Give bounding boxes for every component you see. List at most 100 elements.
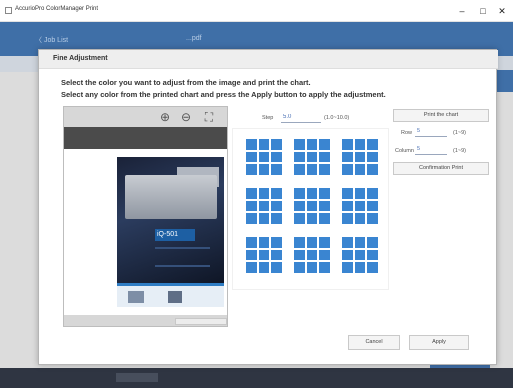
color-swatch[interactable] xyxy=(294,249,305,261)
color-swatch[interactable] xyxy=(294,188,305,199)
color-swatch[interactable] xyxy=(294,237,305,248)
maximize-button[interactable]: □ xyxy=(475,3,491,19)
color-swatch[interactable] xyxy=(354,164,366,175)
color-swatch[interactable] xyxy=(342,237,353,248)
color-patch[interactable] xyxy=(246,237,282,273)
color-swatch[interactable] xyxy=(342,200,353,212)
color-swatch[interactable] xyxy=(319,262,330,273)
color-swatch[interactable] xyxy=(319,139,330,150)
color-swatch[interactable] xyxy=(294,262,305,273)
row-input[interactable] xyxy=(415,126,447,137)
color-swatch[interactable] xyxy=(354,151,366,163)
fit-to-window-icon[interactable]: ⛶ xyxy=(202,110,216,124)
color-swatch[interactable] xyxy=(246,262,257,273)
color-swatch[interactable] xyxy=(258,188,270,199)
color-swatch[interactable] xyxy=(294,164,305,175)
step-input[interactable] xyxy=(281,111,321,123)
color-patch[interactable] xyxy=(294,237,330,273)
color-swatch[interactable] xyxy=(319,249,330,261)
color-swatch[interactable] xyxy=(258,237,270,248)
minimize-button[interactable]: – xyxy=(454,3,470,19)
color-swatch[interactable] xyxy=(306,237,318,248)
column-input[interactable] xyxy=(415,144,447,155)
close-button[interactable]: ✕ xyxy=(494,3,510,19)
color-swatch[interactable] xyxy=(271,249,282,261)
color-swatch[interactable] xyxy=(319,213,330,224)
color-swatch[interactable] xyxy=(306,213,318,224)
color-swatch[interactable] xyxy=(246,249,257,261)
color-swatch[interactable] xyxy=(271,237,282,248)
color-swatch[interactable] xyxy=(354,200,366,212)
cancel-button[interactable]: Cancel xyxy=(348,335,400,350)
color-swatch[interactable] xyxy=(271,139,282,150)
color-swatch[interactable] xyxy=(306,262,318,273)
color-swatch[interactable] xyxy=(319,151,330,163)
color-swatch[interactable] xyxy=(342,262,353,273)
color-swatch[interactable] xyxy=(367,237,378,248)
color-swatch[interactable] xyxy=(258,213,270,224)
color-swatch[interactable] xyxy=(294,200,305,212)
color-swatch[interactable] xyxy=(306,151,318,163)
color-swatch[interactable] xyxy=(271,164,282,175)
color-swatch[interactable] xyxy=(342,151,353,163)
color-swatch[interactable] xyxy=(319,237,330,248)
color-swatch[interactable] xyxy=(342,213,353,224)
print-chart-button[interactable]: Print the chart xyxy=(393,109,489,122)
color-swatch[interactable] xyxy=(354,249,366,261)
confirmation-print-button[interactable]: Confirmation Print xyxy=(393,162,489,175)
zoom-in-icon[interactable]: ⊕ xyxy=(158,110,172,124)
color-swatch[interactable] xyxy=(271,262,282,273)
color-swatch[interactable] xyxy=(367,262,378,273)
color-swatch[interactable] xyxy=(354,188,366,199)
preview-scrollbar[interactable] xyxy=(175,318,227,325)
color-swatch[interactable] xyxy=(342,164,353,175)
color-swatch[interactable] xyxy=(258,164,270,175)
color-swatch[interactable] xyxy=(306,249,318,261)
color-swatch[interactable] xyxy=(246,200,257,212)
color-swatch[interactable] xyxy=(306,164,318,175)
color-swatch[interactable] xyxy=(271,200,282,212)
color-swatch[interactable] xyxy=(367,151,378,163)
color-patch[interactable] xyxy=(294,139,330,175)
color-patch[interactable] xyxy=(342,139,378,175)
color-swatch[interactable] xyxy=(306,188,318,199)
color-swatch[interactable] xyxy=(367,164,378,175)
color-swatch[interactable] xyxy=(258,249,270,261)
preview-document[interactable]: iQ-501 xyxy=(64,149,227,315)
color-swatch[interactable] xyxy=(367,139,378,150)
apply-button[interactable]: Apply xyxy=(409,335,469,350)
color-swatch[interactable] xyxy=(271,188,282,199)
color-patch[interactable] xyxy=(246,139,282,175)
color-swatch[interactable] xyxy=(319,188,330,199)
color-swatch[interactable] xyxy=(367,213,378,224)
color-swatch[interactable] xyxy=(246,237,257,248)
color-swatch[interactable] xyxy=(294,151,305,163)
color-swatch[interactable] xyxy=(342,188,353,199)
color-swatch[interactable] xyxy=(319,200,330,212)
color-swatch[interactable] xyxy=(246,151,257,163)
color-swatch[interactable] xyxy=(306,139,318,150)
color-swatch[interactable] xyxy=(294,213,305,224)
color-swatch[interactable] xyxy=(367,249,378,261)
color-swatch[interactable] xyxy=(306,200,318,212)
color-swatch[interactable] xyxy=(354,262,366,273)
color-swatch[interactable] xyxy=(367,200,378,212)
color-swatch[interactable] xyxy=(258,139,270,150)
color-swatch[interactable] xyxy=(258,200,270,212)
zoom-out-icon[interactable]: ⊖ xyxy=(179,110,193,124)
image-preview[interactable]: ⊕ ⊖ ⛶ iQ-501 xyxy=(63,106,228,327)
color-swatch[interactable] xyxy=(342,139,353,150)
color-swatch[interactable] xyxy=(246,164,257,175)
color-swatch[interactable] xyxy=(319,164,330,175)
color-swatch[interactable] xyxy=(271,213,282,224)
color-swatch[interactable] xyxy=(246,139,257,150)
color-swatch[interactable] xyxy=(354,237,366,248)
color-swatch[interactable] xyxy=(258,262,270,273)
color-patch[interactable] xyxy=(246,188,282,224)
color-swatch[interactable] xyxy=(246,213,257,224)
color-swatch[interactable] xyxy=(354,139,366,150)
preview-photo[interactable]: iQ-501 xyxy=(117,157,224,283)
color-patch[interactable] xyxy=(294,188,330,224)
color-swatch[interactable] xyxy=(271,151,282,163)
color-swatch[interactable] xyxy=(258,151,270,163)
